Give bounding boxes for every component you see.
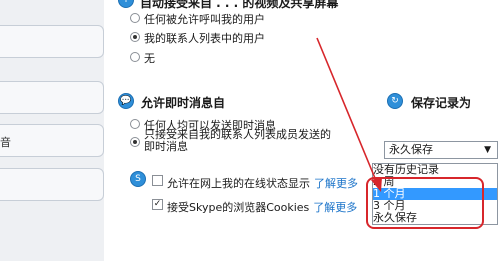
cookies-learn-more-link[interactable]: 了解更多 [313, 199, 357, 215]
online-status-learn-more-link[interactable]: 了解更多 [314, 175, 358, 191]
online-status-label: 允许在网上我的在线状态显示 [167, 177, 310, 190]
sidebar-button-4[interactable] [0, 168, 104, 201]
chat-bubble-icon: 💬 [118, 93, 134, 109]
sidebar-button-1[interactable] [0, 25, 104, 58]
video-section-heading: 自动接受来自 . . . 的视频及共享屏幕 [140, 0, 339, 10]
im-option-contacts[interactable]: 只接受来自我的联系人列表成员发送的 即时消息 [130, 129, 331, 153]
video-option-none[interactable]: 无 [130, 50, 155, 66]
online-status-row[interactable]: 允许在网上我的在线状态显示 了解更多 [152, 175, 358, 191]
radio-button-selected[interactable] [130, 137, 140, 147]
dropdown-option[interactable]: 永久保存 [373, 212, 497, 224]
chevron-down-icon[interactable]: ▼ [484, 142, 491, 158]
online-status-checkbox[interactable] [152, 175, 163, 186]
sidebar-button-3[interactable] [0, 124, 104, 157]
radio-label: 任何被允许呼叫我的用户 [144, 13, 265, 26]
history-section-heading: 保存记录为 [411, 96, 472, 110]
sidebar-button-2[interactable] [0, 81, 104, 114]
video-option-anyone[interactable]: 任何被允许呼叫我的用户 [130, 11, 265, 27]
radio-button[interactable] [130, 119, 140, 129]
cookies-checkbox[interactable]: ✓ [152, 199, 163, 210]
cookies-row[interactable]: ✓ 接受Skype的浏览器Cookies 了解更多 [152, 199, 357, 215]
radio-button[interactable] [130, 13, 140, 23]
radio-button-selected[interactable] [130, 32, 140, 42]
sidebar-partial-label: 音 [0, 136, 11, 149]
radio-label: 我的联系人列表中的用户 [144, 32, 265, 45]
im-section-heading: 允许即时消息自 [141, 96, 226, 110]
radio-button[interactable] [130, 52, 140, 62]
history-select[interactable]: 永久保存 ▼ [384, 141, 498, 159]
sidebar: 音 [0, 0, 104, 261]
radio-label: 只接受来自我的联系人列表成员发送的 即时消息 [144, 128, 331, 153]
history-icon: ↻ [387, 93, 403, 109]
history-select-value: 永久保存 [389, 143, 433, 156]
radio-label: 无 [144, 52, 155, 65]
skype-icon: S [130, 171, 146, 187]
video-option-contacts[interactable]: 我的联系人列表中的用户 [130, 30, 265, 46]
history-dropdown-list: 没有历史记录 2 周 1 个月 3 个月 永久保存 [372, 163, 498, 225]
cookies-label: 接受Skype的浏览器Cookies [167, 201, 310, 214]
